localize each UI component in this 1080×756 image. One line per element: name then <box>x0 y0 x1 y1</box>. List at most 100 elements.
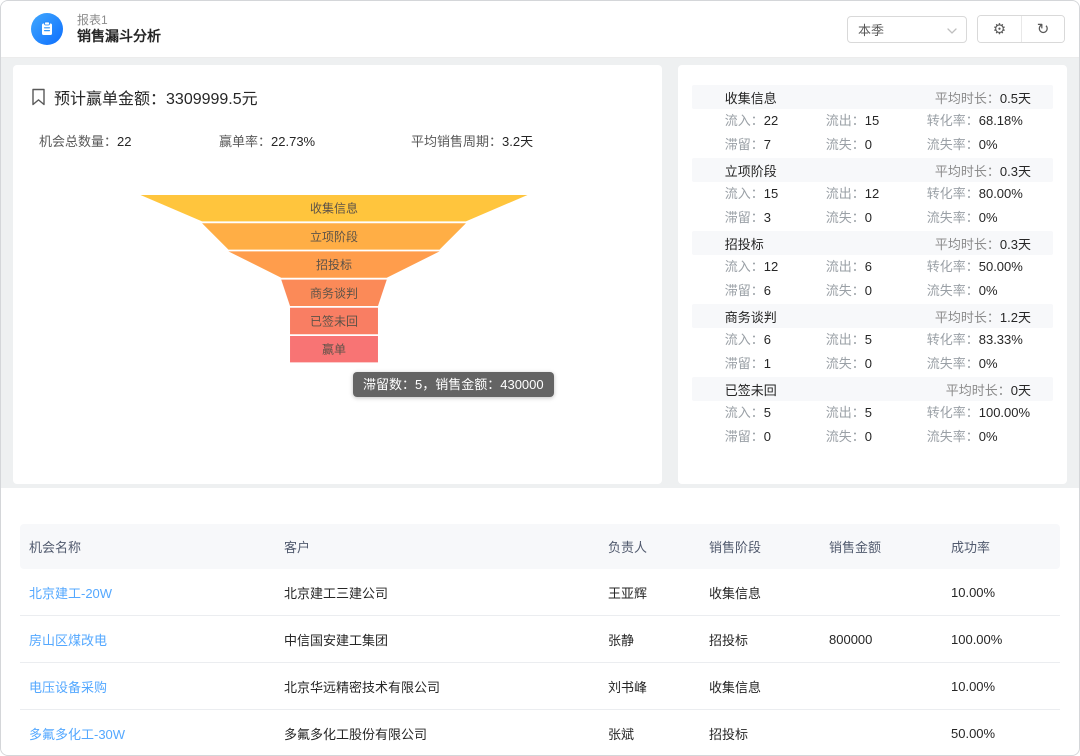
table-header-cell: 负责人 <box>599 537 700 556</box>
table-header-cell: 客户 <box>275 537 599 556</box>
customer-cell: 中信国安建工集团 <box>275 630 599 649</box>
expected-amount-value: 3309999.5元 <box>166 85 258 109</box>
stage-metric-row: 流入：12流出：6转化率：50.00% <box>692 255 1053 279</box>
report-label: 报表1 <box>77 13 161 28</box>
stage-metric: 转化率：68.18% <box>927 109 1023 133</box>
stage-metric: 流失率：0% <box>927 133 998 157</box>
stage-section: 已签未回 平均时长：0天 流入：5流出：5转化率：100.00%滞留：0流失：0… <box>692 377 1053 449</box>
stage-metric-row: 滞留：3流失：0流失率：0% <box>692 206 1053 230</box>
stage-metric: 流出：12 <box>826 182 927 206</box>
funnel-segment[interactable] <box>202 223 466 249</box>
stage-metric: 流失率：0% <box>927 206 998 230</box>
table-header-cell: 销售阶段 <box>700 537 820 556</box>
stage-metric: 转化率：83.33% <box>927 328 1023 352</box>
clipboard-icon <box>39 21 55 37</box>
owner-cell: 张斌 <box>599 724 700 743</box>
stage-duration: 平均时长：0.3天 <box>935 234 1031 253</box>
stage-metric: 流入：6 <box>725 328 826 352</box>
table-header-cell: 销售金额 <box>820 537 942 556</box>
stage-metric-row: 滞留：6流失：0流失率：0% <box>692 279 1053 303</box>
funnel-segment[interactable] <box>281 280 387 306</box>
stage-detail-panel: 收集信息 平均时长：0.5天 流入：22流出：15转化率：68.18%滞留：7流… <box>678 65 1067 484</box>
stage-metric-row: 滞留：7流失：0流失率：0% <box>692 133 1053 157</box>
table-row[interactable]: 多氟多化工-30W 多氟多化工股份有限公司 张斌 招投标 50.00% <box>20 710 1060 756</box>
summary-metric: 平均销售周期：3.2天 <box>411 131 533 150</box>
stage-metric: 流出：5 <box>826 328 927 352</box>
stage-section-header: 立项阶段 平均时长：0.3天 <box>692 158 1053 182</box>
header-button-group: ⚙ ↻ <box>977 15 1065 43</box>
settings-button[interactable]: ⚙ <box>978 16 1021 42</box>
funnel-segment[interactable] <box>290 308 378 334</box>
success-rate-cell: 50.00% <box>942 726 1060 741</box>
stage-section: 立项阶段 平均时长：0.3天 流入：15流出：12转化率：80.00%滞留：3流… <box>692 158 1053 230</box>
summary-metric: 机会总数量：22 <box>39 131 219 150</box>
stage-cell: 招投标 <box>700 724 820 743</box>
opportunity-link[interactable]: 多氟多化工-30W <box>20 724 275 743</box>
success-rate-cell: 100.00% <box>942 632 1060 647</box>
owner-cell: 王亚辉 <box>599 583 700 602</box>
funnel-segment[interactable] <box>141 195 528 221</box>
funnel-card: 预计赢单金额： 3309999.5元 机会总数量：22赢单率：22.73%平均销… <box>13 65 662 484</box>
table-header-row: 机会名称客户负责人销售阶段销售金额成功率 <box>20 524 1060 569</box>
chevron-down-icon <box>947 22 957 37</box>
table-body: 北京建工-20W 北京建工三建公司 王亚辉 收集信息 10.00% 房山区煤改电… <box>20 569 1060 756</box>
stage-metric-row: 滞留：0流失：0流失率：0% <box>692 425 1053 449</box>
owner-cell: 刘书峰 <box>599 677 700 696</box>
table-row[interactable]: 电压设备采购 北京华远精密技术有限公司 刘书峰 收集信息 10.00% <box>20 663 1060 710</box>
table-row[interactable]: 北京建工-20W 北京建工三建公司 王亚辉 收集信息 10.00% <box>20 569 1060 616</box>
expected-amount-row: 预计赢单金额： 3309999.5元 <box>13 65 662 109</box>
stage-metric: 流出：5 <box>826 401 927 425</box>
gear-icon: ⚙ <box>993 20 1006 38</box>
customer-cell: 北京华远精密技术有限公司 <box>275 677 599 696</box>
header-titles: 报表1 销售漏斗分析 <box>77 13 161 46</box>
customer-cell: 多氟多化工股份有限公司 <box>275 724 599 743</box>
stage-metric: 流出：6 <box>826 255 927 279</box>
stage-section-header: 招投标 平均时长：0.3天 <box>692 231 1053 255</box>
period-select[interactable]: 本季 <box>847 16 967 43</box>
stage-section-header: 收集信息 平均时长：0.5天 <box>692 85 1053 109</box>
stage-metric-row: 流入：22流出：15转化率：68.18% <box>692 109 1053 133</box>
opportunity-link[interactable]: 房山区煤改电 <box>20 630 275 649</box>
stage-section: 商务谈判 平均时长：1.2天 流入：6流出：5转化率：83.33%滞留：1流失：… <box>692 304 1053 376</box>
stage-section-header: 已签未回 平均时长：0天 <box>692 377 1053 401</box>
opportunity-table-section: 机会名称客户负责人销售阶段销售金额成功率 北京建工-20W 北京建工三建公司 王… <box>1 488 1079 756</box>
stage-name: 商务谈判 <box>725 307 777 326</box>
funnel-tooltip: 滞留数：5，销售金额：430000 <box>353 372 554 397</box>
stage-metric-row: 流入：15流出：12转化率：80.00% <box>692 182 1053 206</box>
success-rate-cell: 10.00% <box>942 679 1060 694</box>
opportunity-link[interactable]: 电压设备采购 <box>20 677 275 696</box>
stage-metric: 流入：22 <box>725 109 826 133</box>
stage-cell: 招投标 <box>700 630 820 649</box>
stage-metric: 滞留：3 <box>725 206 826 230</box>
table-row[interactable]: 房山区煤改电 中信国安建工集团 张静 招投标 800000 100.00% <box>20 616 1060 663</box>
stage-metric: 流失：0 <box>826 425 927 449</box>
period-select-value: 本季 <box>858 20 884 39</box>
owner-cell: 张静 <box>599 630 700 649</box>
stage-metric: 滞留：0 <box>725 425 826 449</box>
bookmark-icon <box>31 88 46 106</box>
page-header: 报表1 销售漏斗分析 本季 ⚙ ↻ <box>1 1 1079 58</box>
top-row: 预计赢单金额： 3309999.5元 机会总数量：22赢单率：22.73%平均销… <box>1 58 1079 484</box>
funnel-segment[interactable] <box>228 251 439 277</box>
refresh-button[interactable]: ↻ <box>1021 16 1064 42</box>
summary-metrics: 机会总数量：22赢单率：22.73%平均销售周期：3.2天 <box>13 109 662 150</box>
table-header-cell: 机会名称 <box>20 537 275 556</box>
report-icon <box>31 13 63 45</box>
opportunity-link[interactable]: 北京建工-20W <box>20 583 275 602</box>
stage-name: 立项阶段 <box>725 161 777 180</box>
stage-metric: 流失率：0% <box>927 352 998 376</box>
stage-duration: 平均时长：1.2天 <box>935 307 1031 326</box>
stage-metric-row: 流入：6流出：5转化率：83.33% <box>692 328 1053 352</box>
header-controls: 本季 ⚙ ↻ <box>847 15 1065 43</box>
summary-metric: 赢单率：22.73% <box>219 131 411 150</box>
stage-metric: 滞留：7 <box>725 133 826 157</box>
stage-metric: 滞留：6 <box>725 279 826 303</box>
amount-cell: 800000 <box>820 632 942 647</box>
stage-metric-row: 流入：5流出：5转化率：100.00% <box>692 401 1053 425</box>
stage-duration: 平均时长：0.5天 <box>935 88 1031 107</box>
stage-section-header: 商务谈判 平均时长：1.2天 <box>692 304 1053 328</box>
stage-name: 招投标 <box>725 234 764 253</box>
funnel-segment[interactable] <box>290 336 378 362</box>
stage-metric: 转化率：50.00% <box>927 255 1023 279</box>
customer-cell: 北京建工三建公司 <box>275 583 599 602</box>
